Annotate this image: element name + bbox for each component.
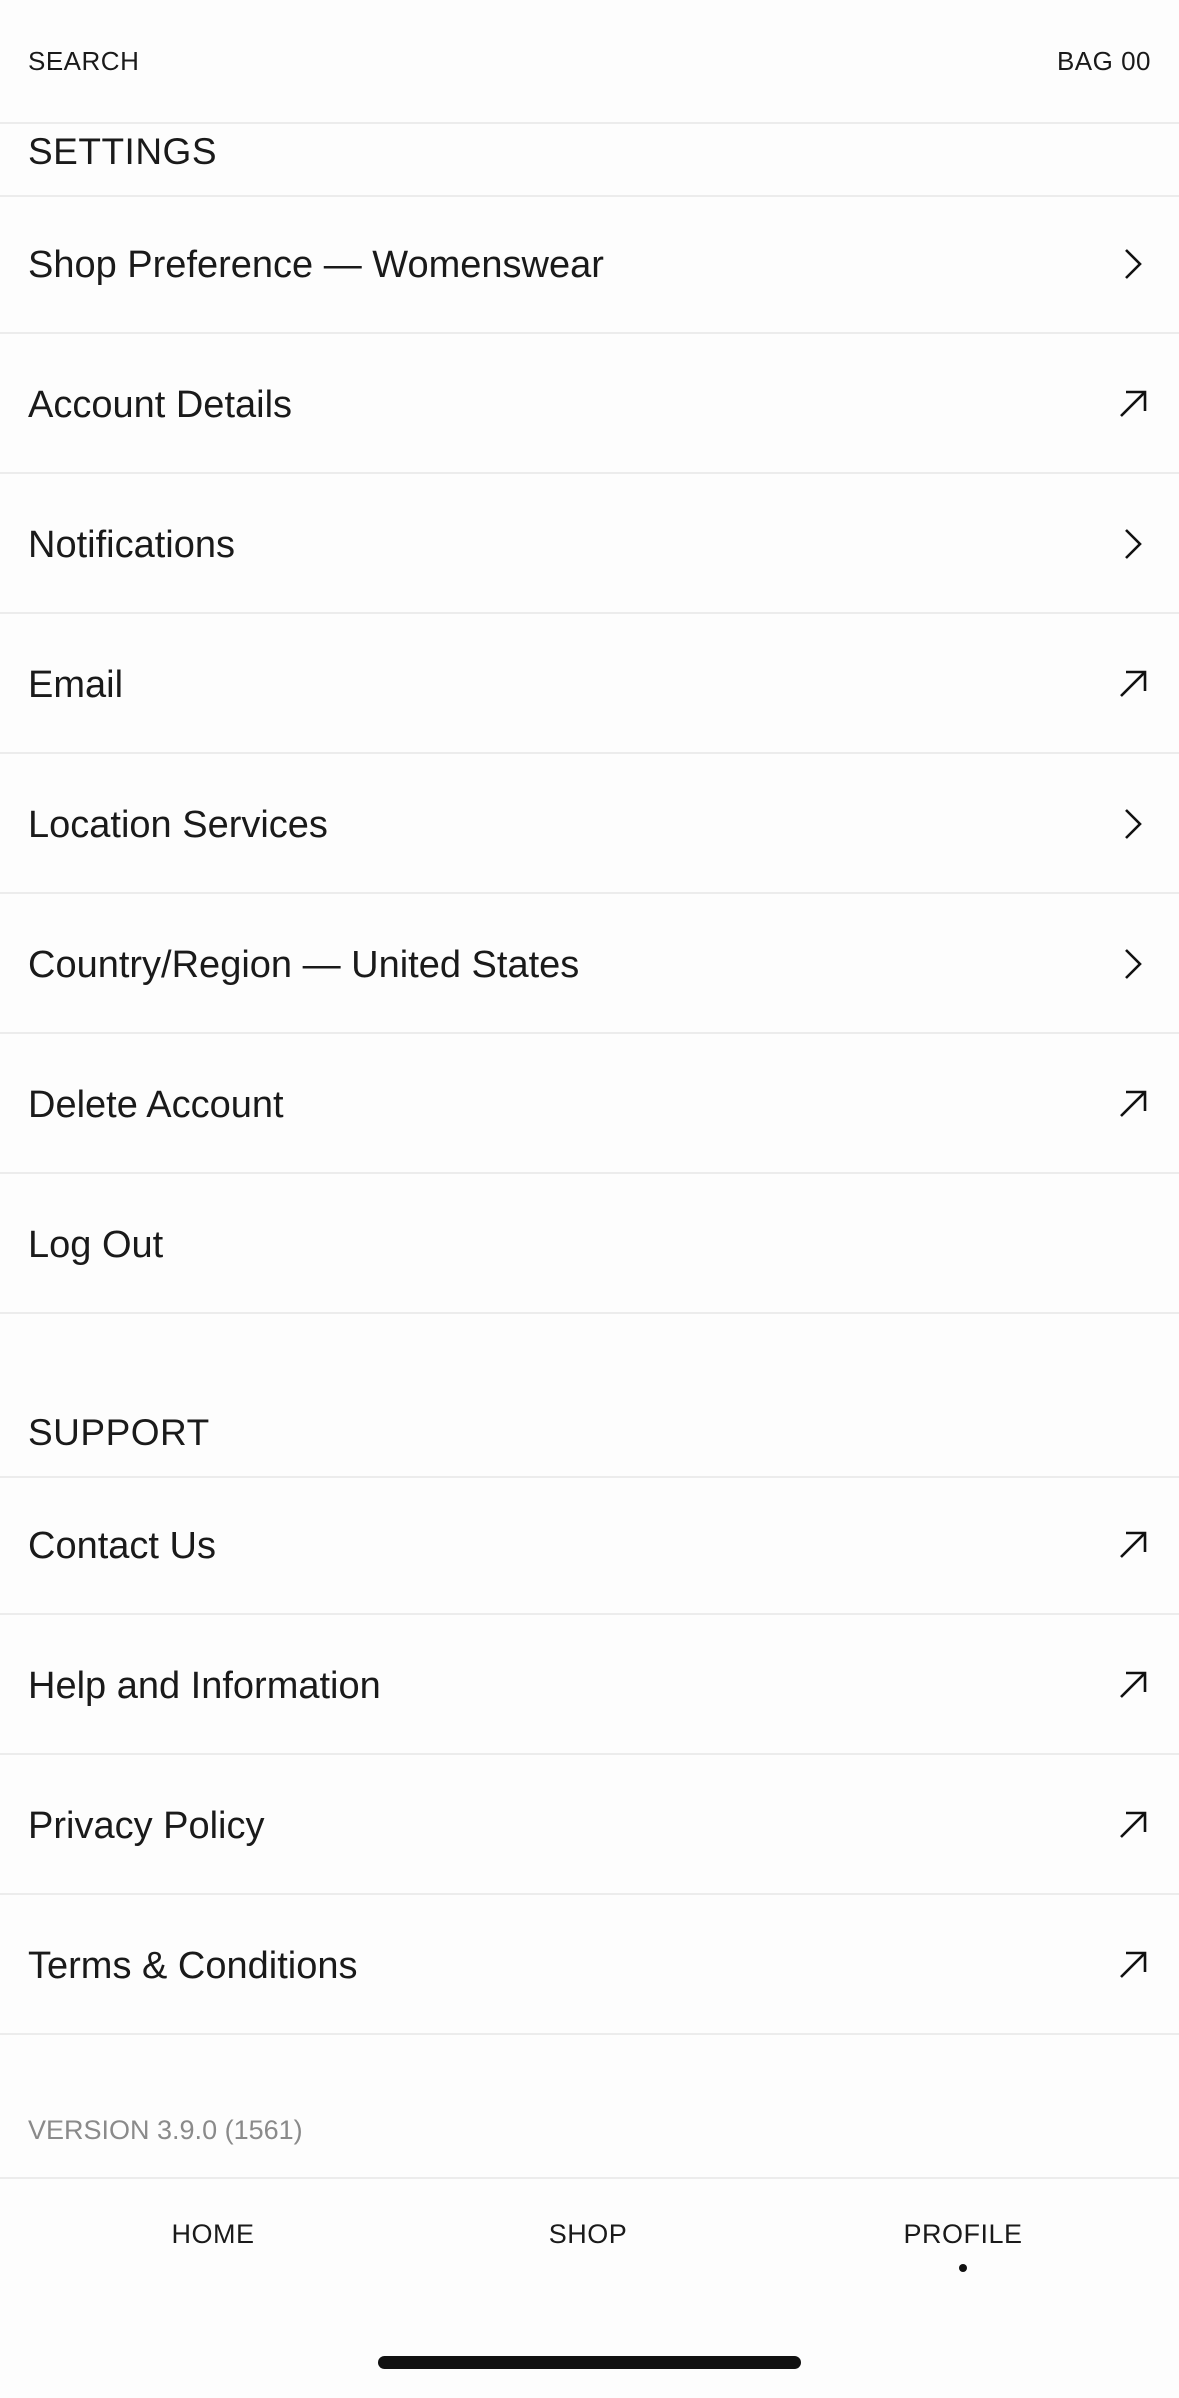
arrow-up-right-icon — [1115, 1086, 1151, 1122]
app-version: VERSION 3.9.0 (1561) — [28, 2115, 303, 2145]
settings-row-log-out[interactable]: Log Out — [0, 1176, 1179, 1314]
row-label: Privacy Policy — [28, 1805, 265, 1847]
chevron-right-icon — [1115, 946, 1151, 982]
support-row-contact-us[interactable]: Contact Us — [0, 1477, 1179, 1615]
arrow-up-right-icon — [1115, 1527, 1151, 1563]
support-row-help-and-information[interactable]: Help and Information — [0, 1617, 1179, 1755]
settings-row-notifications[interactable]: Notifications — [0, 476, 1179, 614]
row-label: Notifications — [28, 524, 235, 566]
home-indicator — [378, 2356, 801, 2369]
row-label: Help and Information — [28, 1665, 381, 1707]
chevron-right-icon — [1115, 806, 1151, 842]
chevron-right-icon — [1115, 246, 1151, 282]
row-label: Shop Preference — Womenswear — [28, 244, 604, 286]
row-label: Terms & Conditions — [28, 1945, 358, 1987]
row-label: Delete Account — [28, 1084, 284, 1126]
support-section-header: SUPPORT — [0, 1316, 1179, 1478]
settings-row-shop-preference[interactable]: Shop Preference — Womenswear — [0, 196, 1179, 334]
arrow-up-right-icon — [1115, 666, 1151, 702]
active-tab-indicator — [959, 2264, 967, 2272]
support-row-terms-and-conditions[interactable]: Terms & Conditions — [0, 1897, 1179, 2035]
settings-row-location-services[interactable]: Location Services — [0, 756, 1179, 894]
support-row-privacy-policy[interactable]: Privacy Policy — [0, 1757, 1179, 1895]
settings-section-header: SETTINGS — [0, 122, 1179, 197]
row-label: Contact Us — [28, 1525, 216, 1567]
chevron-right-icon — [1115, 526, 1151, 562]
settings-row-email[interactable]: Email — [0, 616, 1179, 754]
search-button[interactable]: SEARCH — [28, 46, 139, 77]
row-label: Account Details — [28, 384, 293, 426]
arrow-up-right-icon — [1115, 1807, 1151, 1843]
settings-row-delete-account[interactable]: Delete Account — [0, 1036, 1179, 1174]
arrow-up-right-icon — [1115, 386, 1151, 422]
row-label: Location Services — [28, 804, 328, 846]
bag-button[interactable]: BAG 00 — [1057, 46, 1151, 77]
row-label: Log Out — [28, 1224, 164, 1266]
settings-row-account-details[interactable]: Account Details — [0, 336, 1179, 474]
settings-title: SETTINGS — [28, 131, 218, 172]
tab-shop[interactable]: SHOP — [549, 2219, 628, 2250]
tab-profile[interactable]: PROFILE — [903, 2219, 1022, 2250]
tab-home[interactable]: HOME — [172, 2219, 255, 2250]
settings-row-country-region[interactable]: Country/Region — United States — [0, 896, 1179, 1034]
support-title: SUPPORT — [28, 1412, 210, 1453]
row-label: Email — [28, 664, 124, 706]
arrow-up-right-icon — [1115, 1667, 1151, 1703]
arrow-up-right-icon — [1115, 1947, 1151, 1983]
row-label: Country/Region — United States — [28, 944, 580, 986]
top-bar: SEARCH BAG 00 — [0, 0, 1179, 124]
